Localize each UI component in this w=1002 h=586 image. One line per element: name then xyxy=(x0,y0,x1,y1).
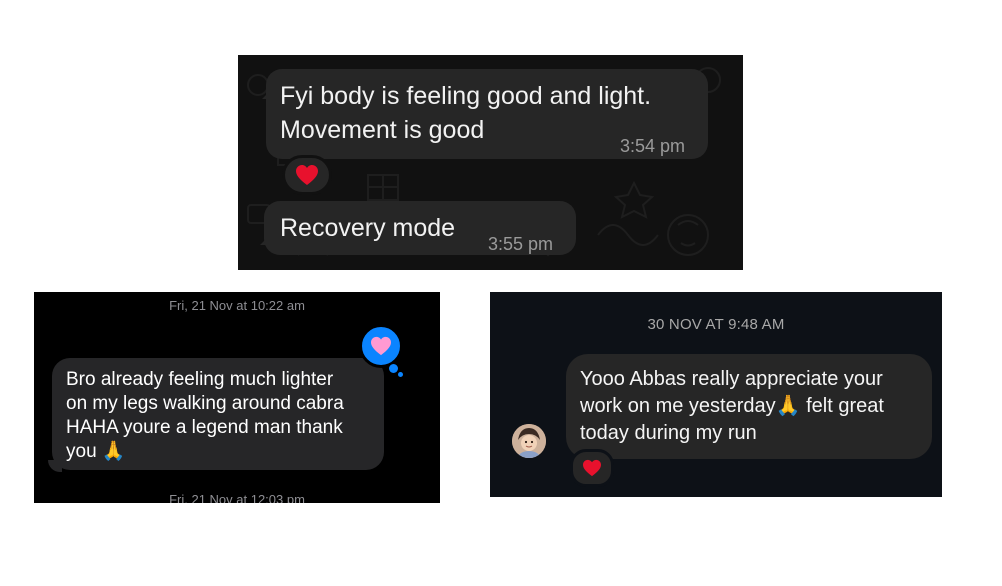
conversation-date: Fri, 21 Nov at 12:03 pm xyxy=(169,492,305,503)
conversation-date: 30 NOV AT 9:48 AM xyxy=(647,316,785,333)
message-timestamp: 3:55 pm xyxy=(488,234,554,254)
red-heart-icon xyxy=(296,165,318,185)
message-text-line: on my legs walking around cabra xyxy=(66,393,344,414)
conversation-date: Fri, 21 Nov at 10:22 am xyxy=(169,298,305,313)
tapback-tail-dot xyxy=(389,364,398,373)
message-text-line: HAHA youre a legend man thank xyxy=(66,417,343,438)
avatar-image xyxy=(512,424,546,458)
message-text-line: Fyi body is feeling good and light. xyxy=(280,82,652,110)
imessage-chat-panel: Fri, 21 Nov at 10:22 am Bro already feel… xyxy=(34,292,440,503)
tapback-badge[interactable] xyxy=(359,324,403,368)
message-text-line: Bro already feeling much lighter xyxy=(66,369,334,390)
message-text: Recovery mode xyxy=(280,214,456,242)
reaction-badge[interactable] xyxy=(570,449,614,487)
tapback-tail-dot xyxy=(398,372,403,377)
reaction-badge[interactable] xyxy=(282,155,332,195)
message-bubble[interactable]: Fyi body is feeling good and light. Move… xyxy=(266,69,708,159)
message-text-line: Yooo Abbas really appreciate your xyxy=(580,368,883,390)
sender-avatar[interactable] xyxy=(512,424,546,458)
message-timestamp: 3:54 pm xyxy=(620,136,686,156)
red-heart-icon xyxy=(583,459,601,477)
instagram-dm-panel: 30 NOV AT 9:48 AM Yooo Abbas really appr… xyxy=(490,292,942,497)
message-text-line: today during my run xyxy=(580,422,757,444)
message-bubble[interactable]: Bro already feeling much lighter on my l… xyxy=(52,358,384,470)
whatsapp-chat-panel: Fyi body is feeling good and light. Move… xyxy=(238,55,743,270)
message-text-line: work on me yesterday🙏 felt great xyxy=(580,395,884,417)
message-bubble[interactable]: Yooo Abbas really appreciate your work o… xyxy=(566,354,932,459)
pink-heart-icon xyxy=(371,336,391,356)
message-bubble[interactable]: Recovery mode 3:55 pm xyxy=(264,201,576,255)
bubble-tail xyxy=(48,460,62,472)
message-text-line: you 🙏 xyxy=(66,441,126,462)
message-text-line: Movement is good xyxy=(280,116,485,144)
